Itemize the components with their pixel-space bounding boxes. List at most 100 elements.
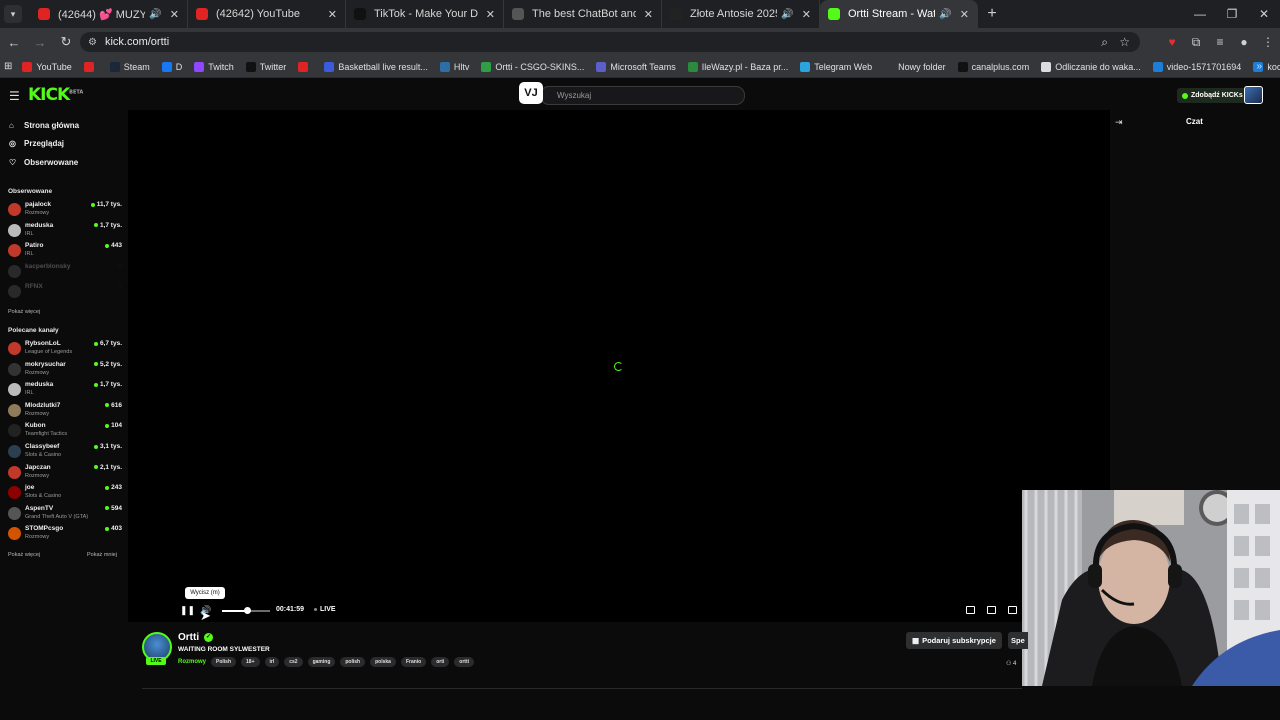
search-input[interactable]: Wyszukaj: [540, 86, 745, 105]
bookmark-star-icon[interactable]: ☆: [1119, 35, 1130, 49]
sidebar-channel[interactable]: pajalock Rozmowy 11,7 tys.: [8, 200, 122, 220]
pause-icon[interactable]: ❚❚: [180, 605, 195, 616]
forward-icon[interactable]: →: [28, 35, 52, 50]
tag-chip[interactable]: orti: [431, 657, 450, 667]
bookmark-item[interactable]: Twitter: [245, 61, 286, 72]
recommended-show-more[interactable]: Pokaż więcej: [8, 552, 40, 558]
stream-category[interactable]: Rozmowy: [178, 659, 206, 665]
theater-mode-icon[interactable]: [966, 606, 975, 614]
browser-tab[interactable]: (42644) 💕 MUZYKA NA 🔊 ✕: [30, 0, 188, 28]
sidebar-channel[interactable]: kacperblonsky ◌: [8, 262, 122, 282]
restore-icon[interactable]: ❐: [1216, 0, 1248, 28]
bookmark-item[interactable]: [298, 61, 312, 72]
sidebar-channel[interactable]: Patiro IRL 443: [8, 241, 122, 261]
nav-browse[interactable]: ◎ Przeglądaj: [9, 139, 64, 148]
address-bar[interactable]: ⚙ kick.com/ortti ⌕ ☆: [80, 32, 1140, 52]
tag-chip[interactable]: 18+: [241, 657, 260, 667]
browser-tab[interactable]: Ortti Stream - Watch Live o 🔊 ✕: [820, 0, 978, 28]
volume-knob[interactable]: [244, 607, 252, 614]
audio-icon[interactable]: 🔊: [939, 9, 951, 20]
bookmark-item[interactable]: D: [161, 61, 182, 72]
bookmark-item[interactable]: canalplus.com: [957, 61, 1029, 72]
close-tab-icon[interactable]: ✕: [170, 8, 179, 21]
media-control-icon[interactable]: ≡: [1208, 35, 1232, 49]
apps-grid-icon[interactable]: ⊞: [4, 61, 12, 72]
sidebar-channel[interactable]: Kubon Teamfight Tactics 104: [8, 421, 122, 441]
audio-icon[interactable]: 🔊: [781, 9, 793, 20]
site-info-icon[interactable]: ⚙: [88, 37, 97, 48]
bookmark-item[interactable]: Telegram Web: [800, 61, 872, 72]
browser-tab[interactable]: (42642) YouTube ✕: [188, 0, 346, 28]
minimize-icon[interactable]: —: [1184, 0, 1216, 28]
close-tab-icon[interactable]: ✕: [644, 8, 653, 21]
tag-chip[interactable]: ortti: [454, 657, 475, 667]
bookmark-item[interactable]: [83, 61, 98, 72]
user-avatar[interactable]: [1244, 86, 1263, 104]
bookmark-item[interactable]: Steam: [109, 61, 150, 72]
bookmark-item[interactable]: Odliczanie do waka...: [1041, 61, 1141, 72]
sidebar-channel[interactable]: joe Slots & Casino 243: [8, 483, 122, 503]
close-tab-icon[interactable]: ✕: [328, 8, 337, 21]
sidebar-channel[interactable]: Japczan Rozmowy 2,1 tys.: [8, 463, 122, 483]
back-icon[interactable]: ←: [2, 35, 26, 50]
live-indicator[interactable]: LIVE: [314, 606, 336, 613]
fullscreen-icon[interactable]: [1008, 606, 1017, 614]
tag-chip[interactable]: irl: [264, 657, 280, 667]
followed-show-more[interactable]: Pokaż więcej: [8, 309, 40, 315]
bookmark-item[interactable]: Nowy folder: [884, 61, 946, 72]
url-text[interactable]: kick.com/ortti: [105, 36, 169, 48]
menu-icon[interactable]: ☰: [9, 89, 20, 103]
sidebar-channel[interactable]: Classybeef Slots & Casino 3,1 tys.: [8, 442, 122, 462]
new-tab-button[interactable]: +: [978, 5, 1006, 23]
sidebar-channel[interactable]: meduska IRL 1,7 tys.: [8, 221, 122, 241]
nav-following[interactable]: ♡ Obserwowane: [9, 158, 78, 167]
audio-icon[interactable]: 🔊: [149, 9, 161, 20]
sidebar-channel[interactable]: AspenTV Grand Theft Auto V (GTA) 594: [8, 504, 122, 524]
sidebar-channel[interactable]: STOMPcsgo Rozmowy 403: [8, 524, 122, 544]
sidebar-channel[interactable]: mokrysuchar Rozmowy 5,2 tys.: [8, 360, 122, 380]
sidebar-channel[interactable]: Mlodzlutki7 Rozmowy 616: [8, 401, 122, 421]
kick-logo[interactable]: KICKBETA: [28, 85, 83, 105]
sidebar-channel[interactable]: meduska IRL 1,7 tys.: [8, 380, 122, 400]
bookmark-item[interactable]: Hltv: [439, 61, 469, 72]
bookmark-item[interactable]: Twitch: [194, 61, 234, 72]
browser-menu-icon[interactable]: ⋮: [1256, 35, 1280, 49]
secondary-button[interactable]: Spe: [1008, 632, 1028, 649]
browser-tab[interactable]: TikTok - Make Your Day ✕: [346, 0, 504, 28]
profile-icon[interactable]: ●: [1232, 35, 1256, 49]
get-kicks-button[interactable]: Zdobądź KICKs: [1177, 88, 1248, 103]
clip-icon[interactable]: [987, 606, 996, 614]
tag-chip[interactable]: cs2: [284, 657, 303, 667]
close-window-icon[interactable]: ✕: [1248, 0, 1280, 28]
bookmark-item[interactable]: IleWazy.pl - Baza pr...: [687, 61, 788, 72]
tag-chip[interactable]: polska: [370, 657, 396, 667]
zoom-icon[interactable]: ⌕: [1101, 35, 1108, 50]
bookmark-item[interactable]: Basketball live result...: [324, 61, 428, 72]
channel-name[interactable]: Ortti: [178, 632, 199, 643]
browser-tab[interactable]: The best ChatBot and Widgets ✕: [504, 0, 662, 28]
tag-chip[interactable]: gaming: [307, 657, 336, 667]
extension-red-icon[interactable]: ♥: [1160, 35, 1184, 49]
vj-extension-icon[interactable]: VJ: [519, 82, 543, 104]
reload-icon[interactable]: ↻: [54, 34, 78, 50]
gift-sub-button[interactable]: ▦ Podaruj subskrypcje: [906, 632, 1002, 649]
browser-tab[interactable]: Złote Antosie 2025 - Największ 🔊 ✕: [662, 0, 820, 28]
tag-chip[interactable]: Franio: [400, 657, 427, 667]
bookmark-item[interactable]: Microsoft Teams: [596, 61, 676, 72]
tab-search-icon[interactable]: ▾: [4, 5, 22, 23]
close-tab-icon[interactable]: ✕: [486, 8, 495, 21]
recommended-show-less[interactable]: Pokaż mniej: [87, 552, 117, 558]
bookmark-item[interactable]: YouTube: [22, 61, 72, 72]
sidebar-channel[interactable]: RybsonLoL League of Legends 6,7 tys.: [8, 339, 122, 359]
bookmark-item[interactable]: video-1571701694: [1152, 61, 1241, 72]
extensions-icon[interactable]: ⧉: [1184, 35, 1208, 50]
close-tab-icon[interactable]: ✕: [960, 8, 969, 21]
more-bookmarks-icon[interactable]: »: [1256, 61, 1262, 72]
close-tab-icon[interactable]: ✕: [802, 8, 811, 21]
collapse-chat-icon[interactable]: ⇥: [1115, 117, 1123, 128]
tag-chip[interactable]: Polish: [211, 657, 237, 667]
nav-home[interactable]: ⌂ Strona główna: [9, 121, 79, 130]
bookmark-item[interactable]: Ortti - CSGO-SKINS...: [481, 61, 584, 72]
sidebar-channel[interactable]: RFNX ◌: [8, 282, 122, 302]
tag-chip[interactable]: polish: [340, 657, 366, 667]
